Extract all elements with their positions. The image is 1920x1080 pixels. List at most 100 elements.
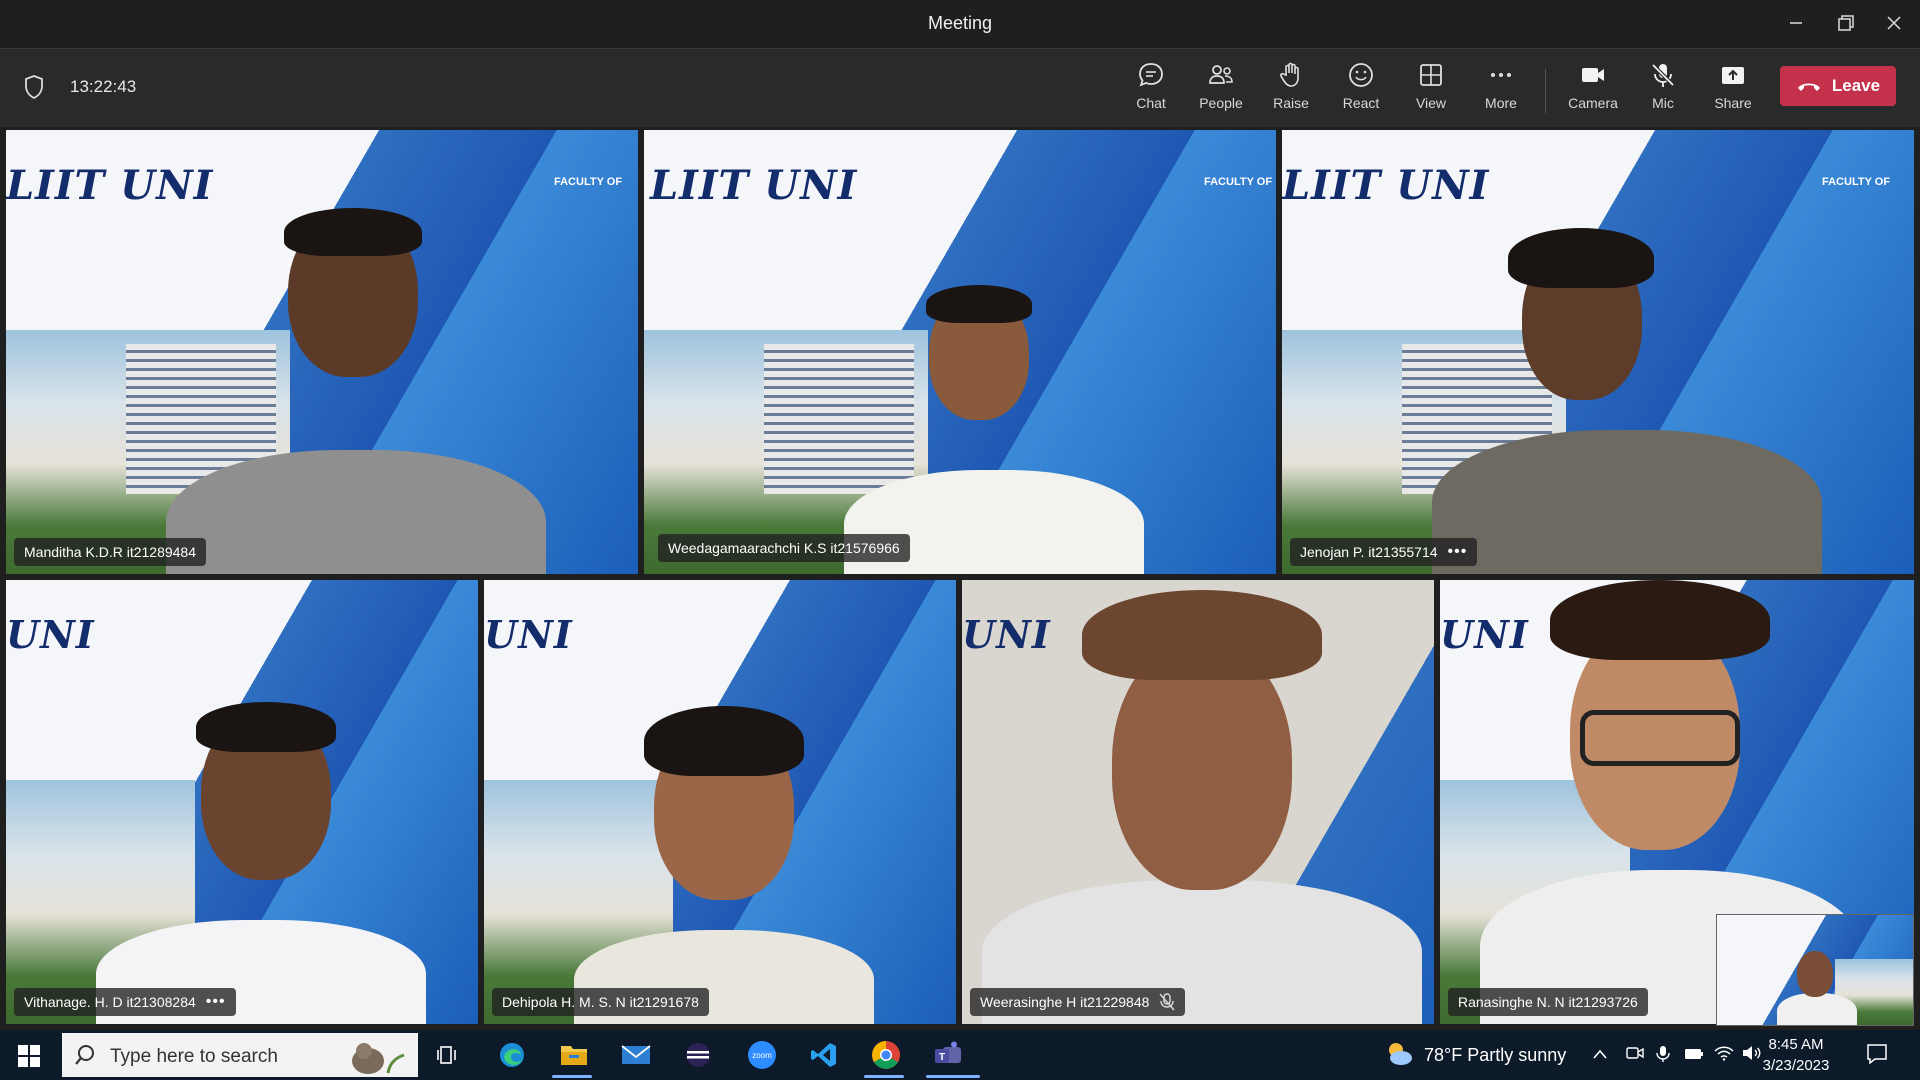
- task-view-icon[interactable]: [432, 1039, 464, 1071]
- taskbar-search-box[interactable]: Type here to search: [62, 1033, 418, 1077]
- windows-taskbar: Type here to search zoom T 78°F Partly s…: [0, 1030, 1920, 1080]
- chat-button[interactable]: Chat: [1120, 61, 1182, 119]
- search-highlight-icon: [338, 1037, 408, 1075]
- participant-name: Ranasinghe N. N it21293726: [1458, 994, 1638, 1010]
- vscode-icon[interactable]: [808, 1039, 840, 1071]
- active-app-indicator: [552, 1075, 592, 1078]
- react-label: React: [1342, 95, 1380, 111]
- raise-hand-icon: [1280, 62, 1299, 87]
- participant-name: Jenojan P. it21355714: [1300, 544, 1438, 560]
- more-options-icon[interactable]: •••: [206, 993, 226, 1011]
- edge-icon[interactable]: [496, 1039, 528, 1071]
- view-button[interactable]: View: [1400, 61, 1462, 119]
- share-label: Share: [1714, 95, 1752, 111]
- eclipse-icon[interactable]: [682, 1039, 714, 1071]
- notifications-icon[interactable]: [1866, 1043, 1888, 1070]
- faculty-text: FACULTY OF: [1204, 176, 1273, 188]
- university-logo: LIIT UNI: [6, 162, 214, 209]
- participant-name-tag: Weerasinghe H it21229848: [970, 988, 1186, 1016]
- search-placeholder: Type here to search: [110, 1046, 278, 1067]
- smiley-icon: [1349, 63, 1373, 87]
- camera-icon: [1582, 68, 1604, 82]
- participant-name-tag: Manditha K.D.R it21289484: [14, 538, 206, 566]
- people-label: People: [1199, 95, 1243, 111]
- chrome-icon[interactable]: [870, 1039, 902, 1071]
- video-tile[interactable]: UNI Weerasinghe H it21229848: [962, 580, 1434, 1024]
- participant-name-tag: Jenojan P. it21355714 •••: [1290, 538, 1478, 566]
- self-preview-video[interactable]: [1716, 914, 1914, 1026]
- windows-start-icon[interactable]: [18, 1045, 40, 1067]
- window-title: Meeting: [927, 13, 993, 33]
- participant-name: Manditha K.D.R it21289484: [24, 544, 196, 560]
- shield-icon: [25, 75, 43, 99]
- title-bar: Meeting: [0, 0, 1920, 49]
- clock-time: 8:45 AM: [1768, 1036, 1824, 1053]
- system-clock[interactable]: 8:45 AM 3/23/2023: [1760, 1034, 1832, 1076]
- raise-hand-button[interactable]: Raise: [1260, 61, 1322, 119]
- people-button[interactable]: People: [1190, 61, 1252, 119]
- mic-button[interactable]: Mic: [1632, 61, 1694, 119]
- video-tile[interactable]: UNI Dehipola H. M. S. N it21291678: [484, 580, 956, 1024]
- close-icon[interactable]: [1874, 8, 1914, 38]
- participant-name-tag: Ranasinghe N. N it21293726: [1448, 988, 1648, 1016]
- participant-name-tag: Dehipola H. M. S. N it21291678: [492, 988, 709, 1016]
- camera-tray-icon[interactable]: [1626, 1045, 1644, 1066]
- participant-name-tag: Vithanage. H. D it21308284 •••: [14, 988, 236, 1016]
- mic-muted-icon: [1159, 993, 1175, 1011]
- leave-label: Leave: [1831, 76, 1881, 95]
- video-tile[interactable]: UNI Vithanage. H. D it21308284 •••: [6, 580, 478, 1024]
- camera-button[interactable]: Camera: [1562, 61, 1624, 119]
- participant-name: Weedagamaarachchi K.S it21576966: [668, 540, 900, 556]
- mail-icon[interactable]: [620, 1039, 652, 1071]
- building-facade: [764, 344, 914, 495]
- more-button[interactable]: More: [1470, 61, 1532, 119]
- active-app-indicator: [926, 1075, 980, 1078]
- meeting-timer: 13:22:43: [70, 77, 137, 96]
- share-button[interactable]: Share: [1702, 61, 1764, 119]
- university-logo: LIIT UNI: [1282, 162, 1490, 209]
- minimize-icon[interactable]: [1776, 8, 1816, 38]
- more-options-icon[interactable]: •••: [1448, 543, 1468, 561]
- active-app-indicator: [864, 1075, 904, 1078]
- video-tile-active-speaker[interactable]: LIIT UNI FACULTY OF Weedagamaarachchi K.…: [644, 130, 1276, 574]
- faculty-text: FACULTY OF: [1822, 176, 1891, 188]
- video-tile[interactable]: LIIT UNI FACULTY OF Jenojan P. it2135571…: [1282, 130, 1914, 574]
- react-button[interactable]: React: [1330, 61, 1392, 119]
- hang-up-icon: [1797, 83, 1820, 91]
- more-icon: [1491, 73, 1511, 77]
- teams-icon[interactable]: T: [932, 1039, 964, 1071]
- chat-icon: [1139, 63, 1163, 87]
- wifi-icon[interactable]: [1714, 1045, 1734, 1066]
- volume-icon[interactable]: [1742, 1045, 1762, 1066]
- university-logo: LIIT UNI: [650, 162, 858, 209]
- participant-name-tag: Weedagamaarachchi K.S it21576966: [658, 534, 910, 562]
- faculty-text: FACULTY OF: [554, 176, 623, 188]
- chat-label: Chat: [1136, 95, 1166, 111]
- microphone-tray-icon[interactable]: [1656, 1045, 1670, 1068]
- university-logo: UNI: [962, 612, 1051, 657]
- meeting-toolbar: 13:22:43 Chat People Raise React View Mo…: [0, 49, 1920, 127]
- search-icon: [75, 1045, 94, 1065]
- svg-text:T: T: [939, 1052, 945, 1063]
- video-tile[interactable]: LIIT UNI FACULTY OF Manditha K.D.R it212…: [6, 130, 638, 574]
- participant-name: Weerasinghe H it21229848: [980, 994, 1150, 1010]
- clock-date: 3/23/2023: [1762, 1057, 1830, 1074]
- restore-icon[interactable]: [1826, 8, 1866, 38]
- weather-icon[interactable]: [1384, 1040, 1414, 1073]
- university-logo: UNI: [1440, 612, 1529, 657]
- leave-button[interactable]: Leave: [1780, 66, 1896, 106]
- file-explorer-icon[interactable]: [558, 1039, 590, 1071]
- more-label: More: [1485, 95, 1517, 111]
- mic-off-icon: [1651, 63, 1675, 87]
- university-logo: UNI: [6, 612, 95, 657]
- grid-view-icon: [1420, 64, 1442, 86]
- zoom-icon[interactable]: zoom: [746, 1039, 778, 1071]
- participant-name: Dehipola H. M. S. N it21291678: [502, 994, 699, 1010]
- weather-text[interactable]: 78°F Partly sunny: [1424, 1045, 1566, 1066]
- battery-icon[interactable]: [1684, 1045, 1704, 1066]
- people-icon: [1209, 65, 1233, 84]
- share-screen-icon: [1722, 67, 1744, 84]
- chevron-up-icon[interactable]: [1592, 1045, 1608, 1066]
- svg-text:zoom: zoom: [752, 1051, 772, 1060]
- camera-label: Camera: [1568, 95, 1618, 111]
